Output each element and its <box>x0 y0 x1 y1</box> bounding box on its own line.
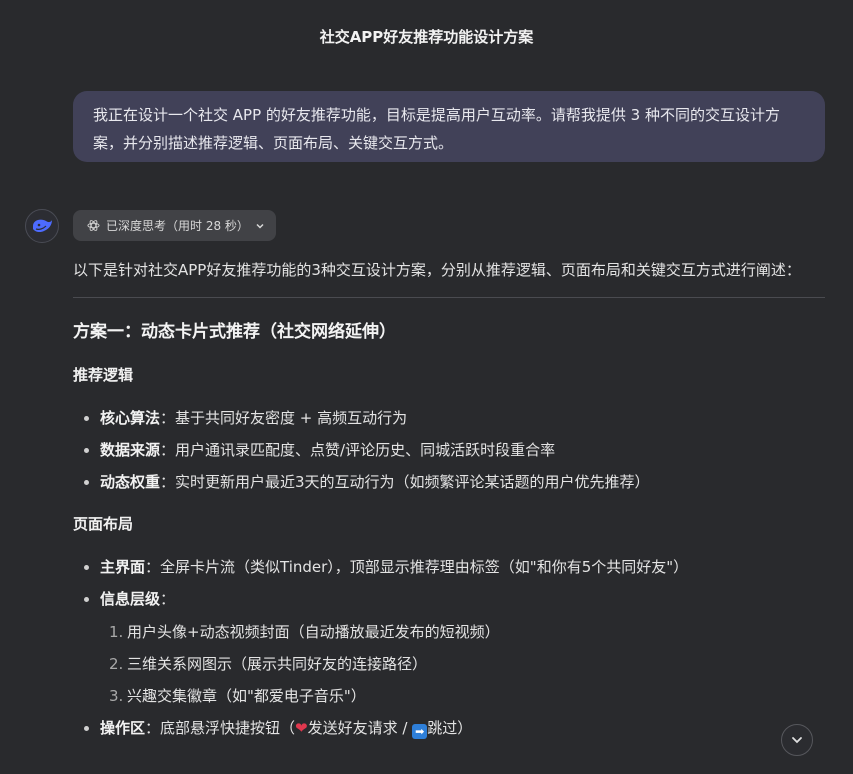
item-text: ：基于共同好友密度 + 高频互动行为 <box>160 409 408 427</box>
list-item: 操作区：底部悬浮快捷按钮（❤发送好友请求 / ➡ 跳过） <box>73 716 825 740</box>
atom-icon <box>87 220 100 231</box>
sublist-item: 1. 用户头像+动态视频封面（自动播放最近发布的短视频） <box>73 620 825 644</box>
heart-icon: ❤ <box>295 719 308 737</box>
item-text: ： <box>160 590 176 608</box>
sublist-item: 2. 三维关系网图示（展示共同好友的连接路径） <box>73 652 825 676</box>
thinking-label: 已深度思考（用时 28 秒） <box>106 219 249 233</box>
item-text: ：底部悬浮快捷按钮（ <box>145 719 296 737</box>
list-item: 信息层级： 1. 用户头像+动态视频封面（自动播放最近发布的短视频） 2. 三维关系… <box>73 587 825 708</box>
item-label: 数据来源 <box>100 441 161 459</box>
item-text: 跳过） <box>427 719 473 737</box>
item-label: 核心算法 <box>100 409 161 427</box>
layout-list: 主界面：全屏卡片流（类似Tinder），顶部显示推荐理由标签（如"和你有5个共同… <box>73 555 825 740</box>
assistant-avatar <box>25 209 59 243</box>
list-item: 核心算法：基于共同好友密度 + 高频互动行为 <box>73 406 825 430</box>
item-text: 发送好友请求 / <box>307 719 413 737</box>
layout-heading: 页面布局 <box>73 515 134 533</box>
logic-heading: 推荐逻辑 <box>73 366 134 384</box>
list-item: 数据来源：用户通讯录匹配度、点赞/评论历史、同城活跃时段重合率 <box>73 438 825 462</box>
list-item: 动态权重：实时更新用户最近3天的互动行为（如频繁评论某话题的用户优先推荐） <box>73 470 825 494</box>
arrow-right-icon: ➡ <box>412 724 428 739</box>
chevron-down-icon <box>792 737 802 744</box>
item-text: ：用户通讯录匹配度、点赞/评论历史、同城活跃时段重合率 <box>160 441 556 459</box>
item-text: ：全屏卡片流（类似Tinder），顶部显示推荐理由标签（如"和你有5个共同好友"… <box>145 558 689 576</box>
thinking-toggle-button[interactable]: 已深度思考（用时 28 秒） <box>73 210 276 241</box>
plan1-heading: 方案一：动态卡片式推荐（社交网络延伸） <box>73 322 396 342</box>
info-sublist: 1. 用户头像+动态视频封面（自动播放最近发布的短视频） 2. 三维关系网图示（展示… <box>73 620 825 708</box>
item-text: 三维关系网图示（展示共同好友的连接路径） <box>127 655 428 673</box>
item-text: 用户头像+动态视频封面（自动播放最近发布的短视频） <box>127 623 500 641</box>
user-message-bubble: 我正在设计一个社交 APP 的好友推荐功能，目标是提高用户互动率。请帮我提供 3… <box>73 91 825 162</box>
logic-list: 核心算法：基于共同好友密度 + 高频互动行为 数据来源：用户通讯录匹配度、点赞/… <box>73 406 825 494</box>
item-label: 主界面 <box>100 558 146 576</box>
item-text: ：实时更新用户最近3天的互动行为（如频繁评论某话题的用户优先推荐） <box>160 473 650 491</box>
page-title: 社交APP好友推荐功能设计方案 <box>319 28 534 46</box>
item-number: 3. <box>109 687 124 705</box>
item-number: 2. <box>109 655 124 673</box>
assistant-response: 以下是针对社交APP好友推荐功能的3种交互设计方案，分别从推荐逻辑、页面布局和关… <box>73 256 825 740</box>
sublist-item: 3. 兴趣交集徽章（如"都爱电子音乐"） <box>73 684 825 708</box>
chevron-down-icon <box>256 223 264 229</box>
item-label: 操作区 <box>100 719 146 737</box>
chat-page: 社交APP好友推荐功能设计方案 我正在设计一个社交 APP 的好友推荐功能，目标… <box>0 0 853 774</box>
item-text: 兴趣交集徽章（如"都爱电子音乐"） <box>127 687 366 705</box>
scroll-to-bottom-button[interactable] <box>781 724 813 756</box>
item-number: 1. <box>109 623 124 641</box>
deepseek-whale-icon <box>33 219 52 233</box>
intro-text: 以下是针对社交APP好友推荐功能的3种交互设计方案，分别从推荐逻辑、页面布局和关… <box>73 261 801 279</box>
divider <box>73 297 825 298</box>
item-label: 信息层级 <box>100 590 161 608</box>
item-label: 动态权重 <box>100 473 161 491</box>
list-item: 主界面：全屏卡片流（类似Tinder），顶部显示推荐理由标签（如"和你有5个共同… <box>73 555 825 579</box>
